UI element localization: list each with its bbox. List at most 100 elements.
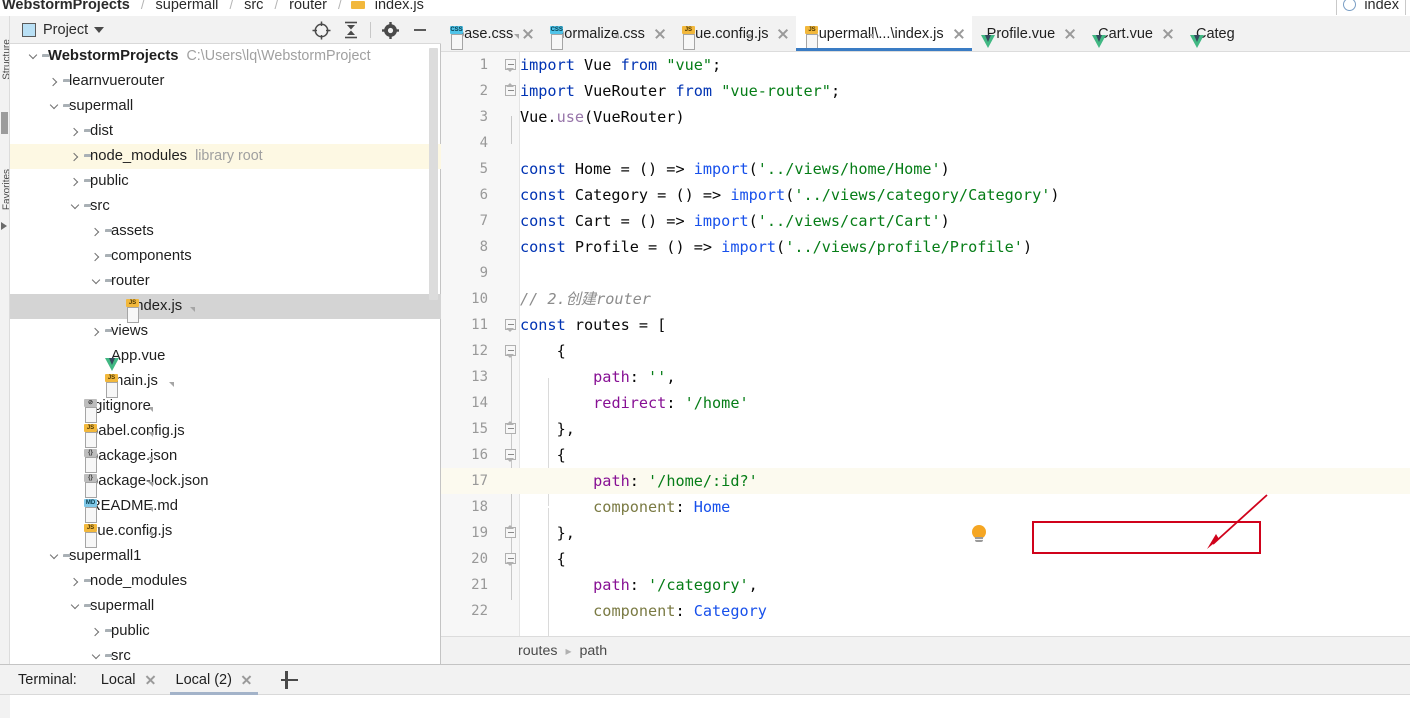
tree-row-package-json[interactable]: {} package.json — [10, 444, 441, 473]
minimize-icon[interactable] — [405, 17, 435, 43]
tree-row-vue-config-js[interactable]: JS vue.config.js — [10, 519, 441, 548]
editor-tab-bar[interactable]: CSS base.css CSS normalize.css JS vue.config.… — [441, 16, 1410, 52]
tree-row-src[interactable]: src — [10, 644, 441, 664]
tree-row-supermall[interactable]: supermall — [10, 94, 441, 119]
fold-marker-icon[interactable] — [505, 449, 517, 462]
tree-row-dist[interactable]: dist — [10, 119, 441, 144]
tree-row-webstormprojects[interactable]: WebstormProjects C:\Users\lq\WebstormProj… — [10, 44, 441, 69]
code-line-22[interactable]: 22 component: Category — [441, 598, 1410, 624]
tree-row-readme-md[interactable]: MD README.md — [10, 494, 441, 523]
tree-row-node-modules[interactable]: node_modules — [10, 569, 441, 594]
expand-arrow-icon[interactable] — [1, 222, 7, 230]
breadcrumb-item-2[interactable]: src — [242, 0, 265, 13]
tree-row-router[interactable]: router — [10, 269, 441, 294]
fold-marker-icon[interactable] — [505, 525, 517, 539]
code-line-18[interactable]: 18 component: Home — [441, 494, 1410, 520]
code-line-4[interactable]: 4 — [441, 130, 1410, 156]
terminal-tab-local[interactable]: Local — [91, 665, 166, 695]
fold-marker-icon[interactable] — [505, 319, 517, 332]
fold-marker-icon[interactable] — [505, 83, 517, 97]
code-line-7[interactable]: 7 const Cart = () => import('../views/car… — [441, 208, 1410, 234]
project-panel-scrollbar[interactable] — [429, 48, 438, 300]
add-terminal-button[interactable] — [278, 669, 300, 691]
tree-row--gitignore[interactable]: ⊘ .gitignore — [10, 394, 441, 423]
fold-marker-icon[interactable] — [505, 345, 517, 358]
code-editor[interactable]: 1 import Vue from "vue"; 2 import VueRouter… — [441, 52, 1410, 654]
tree-row-components[interactable]: components — [10, 244, 441, 269]
intention-bulb-icon[interactable] — [970, 525, 988, 545]
fold-marker-icon[interactable] — [505, 553, 517, 566]
chevron-right-icon[interactable] — [66, 144, 84, 169]
code-line-20[interactable]: 20 { — [441, 546, 1410, 572]
tree-row-index-js[interactable]: JS index.js — [10, 294, 441, 323]
code-line-19[interactable]: 19 }, — [441, 520, 1410, 546]
chevron-down-icon[interactable] — [87, 644, 105, 664]
code-line-6[interactable]: 6 const Category = () => import('../views… — [441, 182, 1410, 208]
project-selector[interactable]: Project — [10, 22, 105, 38]
tree-row-views[interactable]: views — [10, 319, 441, 344]
breadcrumb-item-1[interactable]: supermall — [154, 0, 221, 13]
code-line-11[interactable]: 11 const routes = [ — [441, 312, 1410, 338]
close-icon[interactable] — [1064, 28, 1076, 40]
close-icon[interactable] — [241, 674, 252, 685]
breadcrumb-item-4[interactable]: index.js — [373, 0, 426, 13]
breadcrumb-item-3[interactable]: router — [287, 0, 329, 13]
close-icon[interactable] — [777, 28, 789, 40]
tree-row-assets[interactable]: assets — [10, 219, 441, 244]
collapse-all-icon[interactable] — [336, 17, 366, 43]
terminal-output-area[interactable] — [0, 695, 1410, 718]
tree-row-supermall1[interactable]: supermall1 — [10, 544, 441, 569]
editor-tab-normalize-css[interactable]: CSS normalize.css — [541, 16, 673, 51]
close-icon[interactable] — [1162, 28, 1174, 40]
chevron-right-icon[interactable] — [66, 119, 84, 144]
code-line-1[interactable]: 1 import Vue from "vue"; — [441, 52, 1410, 78]
tool-window-label-favorites[interactable]: Favorites — [2, 155, 10, 225]
code-line-17[interactable]: 17 path: '/home/:id?' — [441, 468, 1410, 494]
code-line-16[interactable]: 16 { — [441, 442, 1410, 468]
chevron-right-icon[interactable] — [87, 319, 105, 344]
tree-row-learnvuerouter[interactable]: learnvuerouter — [10, 69, 441, 94]
breadcrumb-item-0[interactable]: WebstormProjects — [0, 0, 132, 13]
terminal-tab-local-2-[interactable]: Local (2) — [166, 665, 262, 695]
tree-row-package-lock-json[interactable]: {} package-lock.json — [10, 469, 441, 498]
code-line-14[interactable]: 14 redirect: '/home' — [441, 390, 1410, 416]
editor-tab-base-css[interactable]: CSS base.css — [441, 16, 541, 51]
close-icon[interactable] — [145, 674, 156, 685]
terminal-tab-bar[interactable]: Terminal: Local Local (2) — [0, 664, 1410, 695]
editor-tab-cart-vue[interactable]: Cart.vue — [1083, 16, 1181, 51]
tree-row-app-vue[interactable]: App.vue — [10, 344, 441, 369]
code-line-13[interactable]: 13 path: '', — [441, 364, 1410, 390]
locate-icon[interactable] — [306, 17, 336, 43]
chevron-down-icon[interactable] — [45, 94, 63, 119]
editor-tab-vue-config-js[interactable]: JS vue.config.js — [673, 16, 797, 51]
status-crumb-routes[interactable]: routes — [518, 643, 557, 659]
chevron-down-icon[interactable] — [94, 26, 105, 33]
code-line-10[interactable]: 10 // 2.创建router — [441, 286, 1410, 312]
close-icon[interactable] — [654, 28, 666, 40]
code-line-21[interactable]: 21 path: '/category', — [441, 572, 1410, 598]
chevron-right-icon[interactable] — [87, 619, 105, 644]
status-crumb-path[interactable]: path — [579, 643, 607, 659]
chevron-right-icon[interactable] — [45, 69, 63, 94]
tree-row-public[interactable]: public — [10, 619, 441, 644]
chevron-right-icon[interactable] — [66, 169, 84, 194]
tree-row-supermall[interactable]: supermall — [10, 594, 441, 619]
tree-row-public[interactable]: public — [10, 169, 441, 194]
chevron-right-icon[interactable] — [66, 569, 84, 594]
code-line-8[interactable]: 8 const Profile = () => import('../views/… — [441, 234, 1410, 260]
code-line-2[interactable]: 2 import VueRouter from "vue-router"; — [441, 78, 1410, 104]
chevron-down-icon[interactable] — [24, 44, 42, 69]
chevron-right-icon[interactable] — [87, 244, 105, 269]
chevron-down-icon[interactable] — [66, 594, 84, 619]
code-line-3[interactable]: 3 Vue.use(VueRouter) — [441, 104, 1410, 130]
code-line-12[interactable]: 12 { — [441, 338, 1410, 364]
editor-tab-categ[interactable]: Categ — [1181, 16, 1242, 51]
tool-window-label-structure[interactable]: Structure — [2, 25, 10, 95]
fold-marker-icon[interactable] — [505, 421, 517, 435]
fold-marker-icon[interactable] — [505, 59, 517, 72]
chevron-down-icon[interactable] — [87, 269, 105, 294]
tree-row-main-js[interactable]: JS main.js — [10, 369, 441, 398]
close-icon[interactable] — [522, 28, 534, 40]
editor-tab-supermall-index-js[interactable]: JS supermall\...\index.js — [796, 16, 972, 51]
chevron-down-icon[interactable] — [45, 544, 63, 569]
